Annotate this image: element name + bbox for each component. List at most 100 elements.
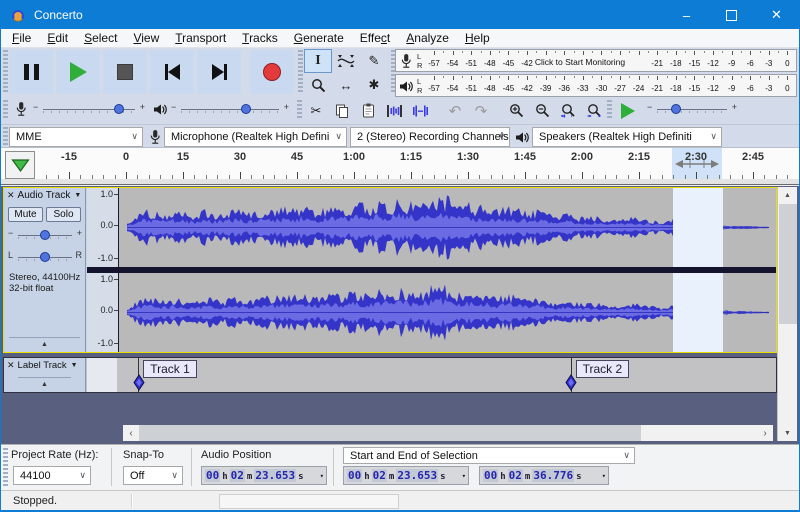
play-at-speed-button[interactable] xyxy=(615,99,641,122)
project-rate-combo[interactable]: 44100 ∨ xyxy=(13,466,91,485)
zoom-out-button[interactable] xyxy=(529,99,555,122)
play-button[interactable] xyxy=(56,50,100,94)
multi-tool-button[interactable]: ✱ xyxy=(360,73,388,97)
label-track-title[interactable]: Label Track xyxy=(18,360,67,371)
zoom-in-button[interactable] xyxy=(503,99,529,122)
pan-slider[interactable]: L R xyxy=(8,250,82,264)
horizontal-scroll-thumb[interactable] xyxy=(139,425,641,441)
ruler-label: 2:45 xyxy=(742,151,764,163)
menu-analyze[interactable]: Analyze xyxy=(398,31,457,45)
meter-tick xyxy=(629,51,630,53)
time-shift-tool-button[interactable]: ↔ xyxy=(332,73,360,97)
maximize-button[interactable] xyxy=(709,1,754,29)
scroll-down-button[interactable]: ▼ xyxy=(778,425,797,441)
redo-button[interactable]: ↷ xyxy=(468,99,494,122)
menu-generate[interactable]: Generate xyxy=(286,31,352,45)
input-channels-combo[interactable]: 2 (Stereo) Recording Channels ∨ xyxy=(350,127,510,147)
menu-tracks[interactable]: Tracks xyxy=(234,31,286,45)
playback-volume-slider[interactable]: − + xyxy=(171,102,289,116)
output-device-combo[interactable]: Speakers (Realtek High Definiti ∨ xyxy=(532,127,722,147)
record-volume-thumb[interactable] xyxy=(114,104,124,114)
track-menu-dropdown-icon[interactable]: ▼ xyxy=(71,362,78,369)
horizontal-scrollbar[interactable]: ‹ › xyxy=(123,425,773,441)
snap-to-combo[interactable]: Off ∨ xyxy=(123,466,183,485)
zoom-fit-button[interactable] xyxy=(581,99,607,122)
cut-button[interactable]: ✂ xyxy=(303,99,329,122)
track-menu-dropdown-icon[interactable]: ▼ xyxy=(74,192,81,199)
copy-button[interactable] xyxy=(329,99,355,122)
waveform-channel-left[interactable] xyxy=(119,188,777,267)
redo-icon: ↷ xyxy=(475,102,488,120)
label-text[interactable]: Track 2 xyxy=(576,360,630,378)
title-bar[interactable]: Concerto – ✕ xyxy=(1,1,799,29)
playback-meter[interactable]: L R -57-54-51-48-45-42-39-36-33-30-27-24… xyxy=(395,74,797,97)
record-button[interactable] xyxy=(250,50,294,94)
skip-to-end-button[interactable] xyxy=(197,50,241,94)
mixer-grip[interactable] xyxy=(3,100,8,120)
minimize-button[interactable]: – xyxy=(664,1,709,29)
playback-volume-thumb[interactable] xyxy=(241,104,251,114)
envelope-tool-button[interactable] xyxy=(332,49,360,73)
recording-meter[interactable]: L R Click to Start Monitoring -57-54-51-… xyxy=(395,49,797,72)
pan-thumb[interactable] xyxy=(40,252,50,262)
toolbar-grip[interactable] xyxy=(3,50,8,94)
play-speed-slider[interactable]: − + xyxy=(647,102,737,116)
collapse-track-button[interactable]: ▲ xyxy=(18,377,71,391)
zoom-to-selection-button[interactable] xyxy=(555,99,581,122)
menu-file[interactable]: File xyxy=(4,31,39,45)
selection-mode-value: Start and End of Selection xyxy=(350,450,478,462)
waveform-channel-right[interactable] xyxy=(119,273,777,352)
silence-audio-button[interactable] xyxy=(407,99,433,122)
audio-track-title[interactable]: Audio Track xyxy=(18,190,71,201)
record-volume-slider[interactable]: − + xyxy=(33,102,145,116)
tools-grip[interactable] xyxy=(298,50,303,94)
trim-audio-button[interactable] xyxy=(381,99,407,122)
scroll-right-button[interactable]: › xyxy=(757,425,773,441)
gain-thumb[interactable] xyxy=(40,230,50,240)
stop-button[interactable] xyxy=(103,50,147,94)
mute-button[interactable]: Mute xyxy=(8,207,43,222)
vertical-scrollbar[interactable]: ▲ ▼ xyxy=(777,187,797,441)
undo-button[interactable]: ↶ xyxy=(442,99,468,122)
menu-effect[interactable]: Effect xyxy=(352,31,398,45)
label-track-margin xyxy=(87,358,117,392)
audio-host-combo[interactable]: MME ∨ xyxy=(9,127,143,147)
paste-button[interactable] xyxy=(355,99,381,122)
scroll-up-button[interactable]: ▲ xyxy=(778,187,797,203)
selection-toolbar-grip[interactable] xyxy=(3,448,8,486)
gain-slider[interactable]: − + xyxy=(8,228,82,242)
menu-transport[interactable]: Transport xyxy=(167,31,234,45)
menu-view[interactable]: View xyxy=(125,31,167,45)
play-speed-thumb[interactable] xyxy=(671,104,681,114)
edit-grip[interactable] xyxy=(297,100,302,120)
output-device-speaker-icon xyxy=(515,131,529,144)
selection-start-field[interactable]: 00h02m23.653s ▾ xyxy=(343,466,469,485)
close-track-button[interactable]: ✕ xyxy=(7,360,15,371)
play-speed-grip[interactable] xyxy=(607,100,612,120)
close-button[interactable]: ✕ xyxy=(754,1,799,29)
menu-edit[interactable]: Edit xyxy=(39,31,76,45)
label-text[interactable]: Track 1 xyxy=(143,360,197,378)
vertical-scroll-thumb[interactable] xyxy=(779,204,797,324)
input-device-combo[interactable]: Microphone (Realtek High Defini ∨ xyxy=(164,127,347,147)
close-track-button[interactable]: ✕ xyxy=(7,190,15,201)
scroll-left-button[interactable]: ‹ xyxy=(123,425,139,441)
pause-button[interactable] xyxy=(9,50,53,94)
selection-end-field[interactable]: 00h02m36.776s ▾ xyxy=(479,466,609,485)
menu-select[interactable]: Select xyxy=(76,31,125,45)
solo-button[interactable]: Solo xyxy=(46,207,81,222)
device-grip[interactable] xyxy=(3,127,8,146)
zoom-out-icon xyxy=(535,103,550,118)
pin-playhead-button[interactable] xyxy=(5,151,35,179)
timeline-ruler[interactable]: -1501530451:001:151:301:452:002:152:302:… xyxy=(1,148,799,179)
ruler-scrub-strip[interactable] xyxy=(1,179,799,185)
collapse-track-button[interactable]: ▲ xyxy=(9,337,80,351)
selection-tool-button[interactable]: I xyxy=(304,49,332,73)
selection-mode-combo[interactable]: Start and End of Selection ∨ xyxy=(343,447,635,464)
menu-help[interactable]: Help xyxy=(457,31,498,45)
zoom-tool-button[interactable] xyxy=(304,73,332,97)
audio-position-field[interactable]: 00h02m23.653s ▾ xyxy=(201,466,327,485)
draw-tool-button[interactable]: ✎ xyxy=(360,49,388,73)
tools-toolbar: I ✎ ↔ ✱ xyxy=(304,49,390,97)
skip-to-start-button[interactable] xyxy=(150,50,194,94)
